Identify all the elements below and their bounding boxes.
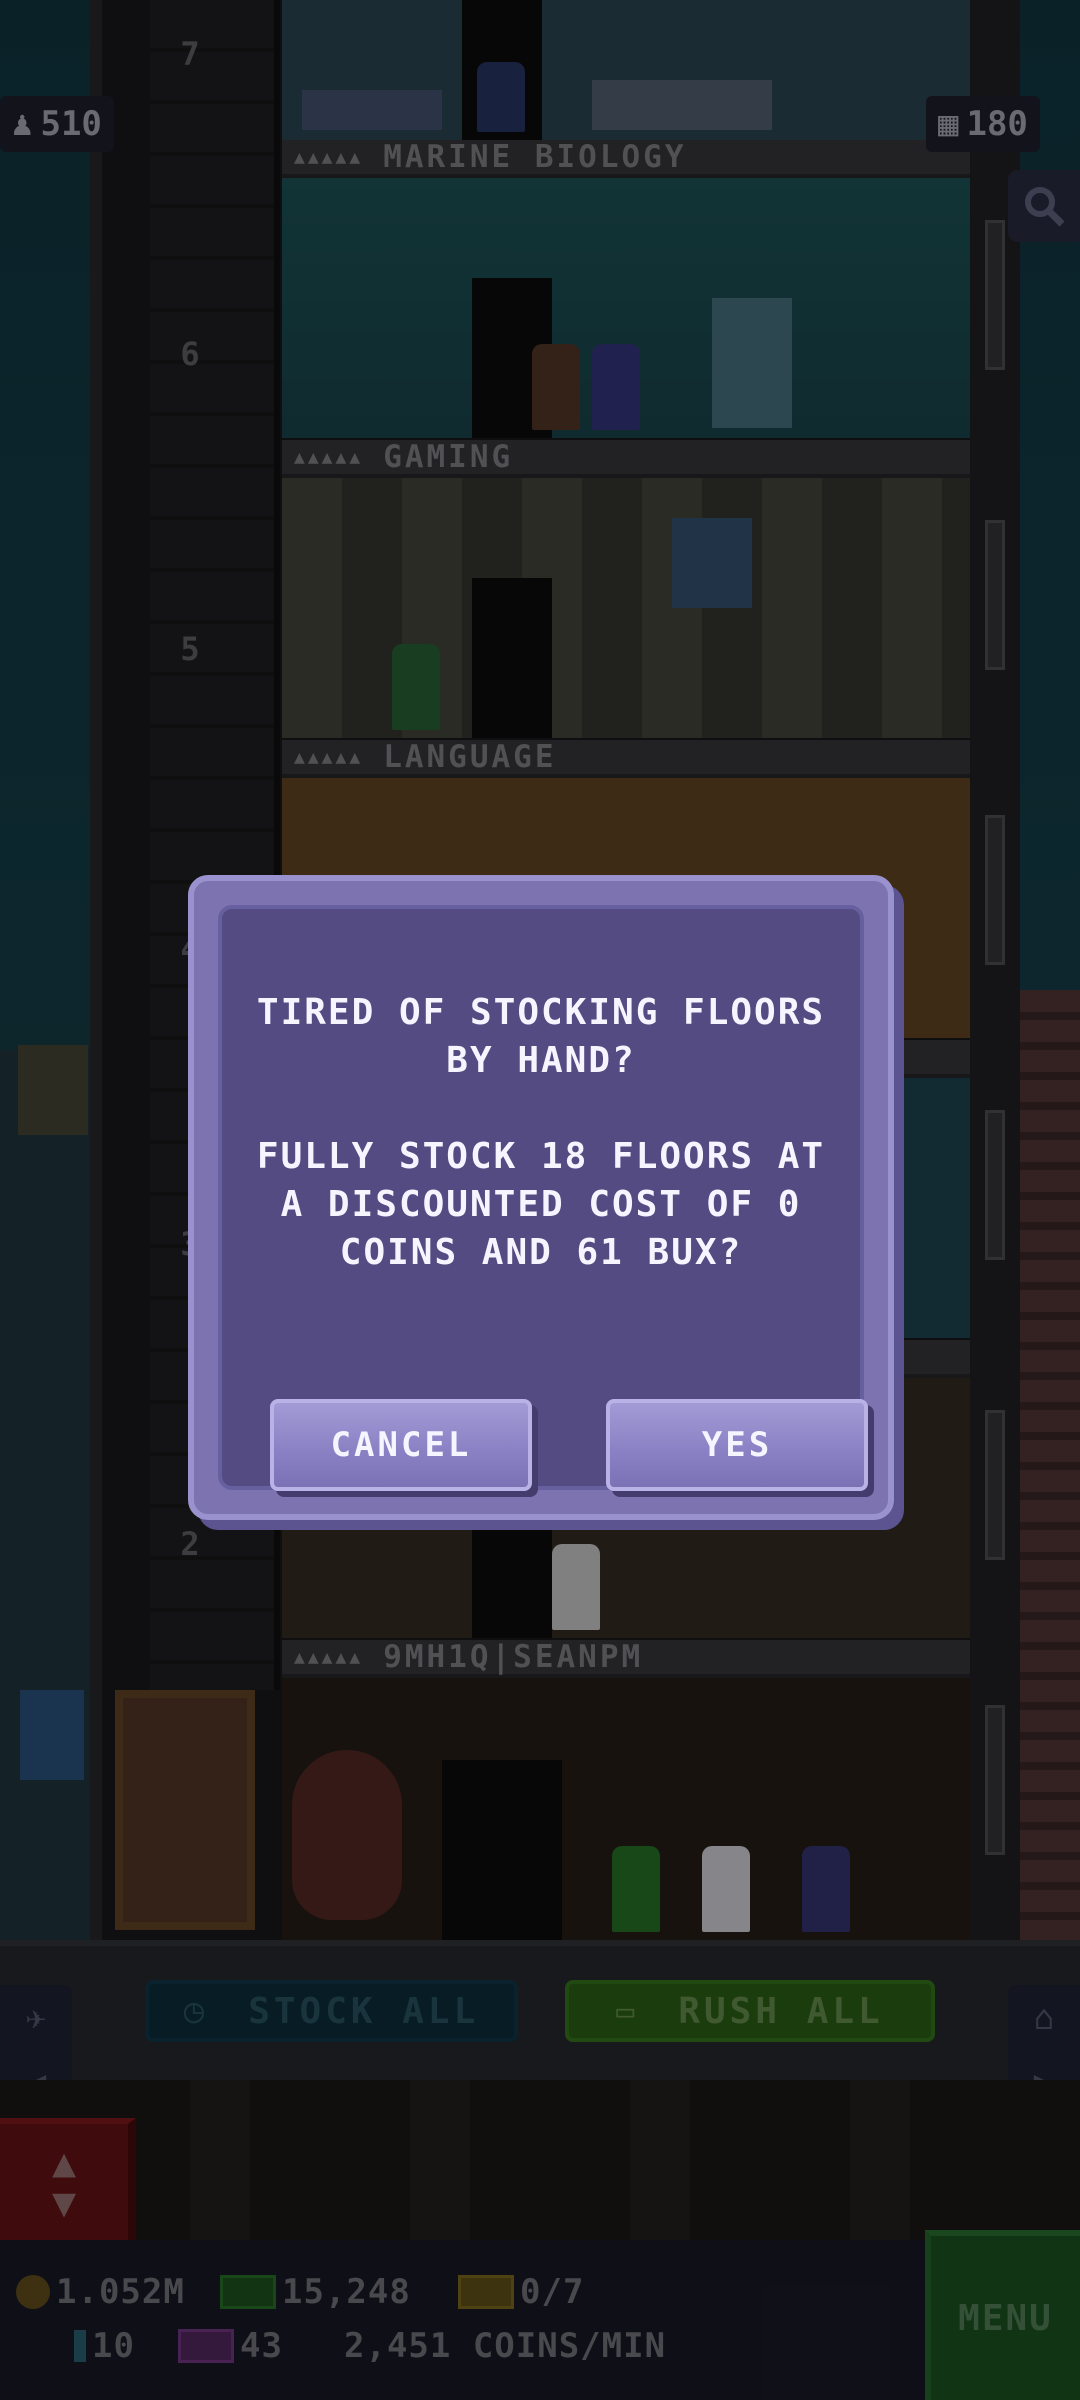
dialog-panel: TIRED OF STOCKING FLOORS BY HAND? FULLY … [218, 905, 868, 1491]
dialog-message: TIRED OF STOCKING FLOORS BY HAND? FULLY … [256, 992, 826, 1273]
stock-floors-dialog: TIRED OF STOCKING FLOORS BY HAND? FULLY … [188, 875, 894, 1520]
cancel-button[interactable]: CANCEL [270, 1399, 532, 1491]
yes-button[interactable]: YES [606, 1399, 868, 1491]
